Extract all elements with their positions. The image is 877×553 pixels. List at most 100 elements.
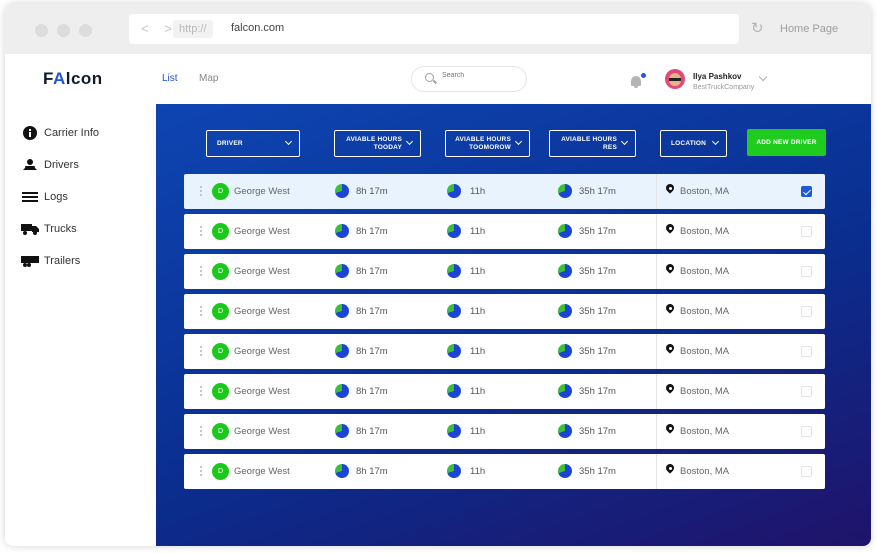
app-topbar: List Map Ilya Pashkov BestTruckCompany <box>156 54 871 104</box>
driver-name[interactable]: George West <box>234 226 290 237</box>
tab-map[interactable]: Map <box>199 73 218 84</box>
notification-dot <box>641 73 646 78</box>
hours-pie-icon <box>447 264 461 278</box>
driver-name[interactable]: George West <box>234 466 290 477</box>
table-row[interactable]: D George West 8h 17m 11h 35h 17m Boston, MA <box>184 254 825 289</box>
reload-icon[interactable]: ↻ <box>751 19 764 37</box>
row-checkbox[interactable] <box>801 346 812 357</box>
table-row[interactable]: D George West 8h 17m 11h 35h 17m Boston, MA <box>184 414 825 449</box>
sidebar-item-label: Trailers <box>44 255 81 267</box>
browser-window: < > http:// falcon.com ↻ Home Page FAlco… <box>5 4 871 546</box>
drag-handle-icon[interactable] <box>200 466 202 477</box>
driver-location: Boston, MA <box>680 466 730 477</box>
driver-badge: D <box>212 383 229 400</box>
hours-today-value: 8h 17m <box>356 226 388 237</box>
falcon-logo[interactable]: FAlcon <box>43 69 103 89</box>
avatar[interactable] <box>665 69 685 89</box>
hours-pie-icon <box>335 424 349 438</box>
driver-name[interactable]: George West <box>234 426 290 437</box>
hours-pie-icon <box>447 224 461 238</box>
tab-list[interactable]: List <box>162 73 178 84</box>
window-minimize-dot[interactable] <box>57 24 70 37</box>
hours-res-value: 35h 17m <box>579 186 616 197</box>
chevron-down-icon[interactable] <box>758 72 768 82</box>
driver-icon <box>21 158 39 174</box>
sidebar-item-logs[interactable]: Logs <box>19 188 149 208</box>
url-text[interactable]: falcon.com <box>231 22 284 34</box>
window-close-dot[interactable] <box>35 24 48 37</box>
add-new-driver-button[interactable]: ADD NEW DRIVER <box>747 129 826 156</box>
sidebar-item-trailers[interactable]: Trailers <box>19 252 149 272</box>
driver-name[interactable]: George West <box>234 386 290 397</box>
driver-location: Boston, MA <box>680 346 730 357</box>
table-row[interactable]: D George West 8h 17m 11h 35h 17m Boston, MA <box>184 374 825 409</box>
drag-handle-icon[interactable] <box>200 346 202 357</box>
row-checkbox[interactable] <box>801 306 812 317</box>
table-row[interactable]: D George West 8h 17m 11h 35h 17m Boston, MA <box>184 294 825 329</box>
sidebar-item-label: Carrier Info <box>44 127 100 139</box>
menu-lines-icon <box>21 190 39 206</box>
driver-name[interactable]: George West <box>234 266 290 277</box>
user-name[interactable]: Ilya Pashkov <box>693 72 741 81</box>
hours-pie-icon <box>558 304 572 318</box>
hours-pie-icon <box>447 424 461 438</box>
bell-icon[interactable] <box>629 73 646 89</box>
logo-prefix: F <box>43 69 53 88</box>
hours-tomorrow-value: 11h <box>470 186 486 197</box>
filter-driver[interactable]: DRIVER <box>206 130 300 157</box>
driver-badge: D <box>212 263 229 280</box>
table-row[interactable]: D George West 8h 17m 11h 35h 17m Boston, MA <box>184 214 825 249</box>
row-checkbox[interactable] <box>801 386 812 397</box>
drag-handle-icon[interactable] <box>200 426 202 437</box>
hours-pie-icon <box>447 304 461 318</box>
row-checkbox[interactable] <box>801 466 812 477</box>
column-divider <box>656 214 657 249</box>
hours-res-value: 35h 17m <box>579 466 616 477</box>
browser-titlebar: < > http:// falcon.com ↻ Home Page <box>5 4 871 54</box>
location-pin-icon <box>664 382 676 398</box>
address-bar[interactable]: < > http:// falcon.com <box>129 14 739 44</box>
table-row[interactable]: D George West 8h 17m 11h 35h 17m Boston, MA <box>184 334 825 369</box>
search-input[interactable] <box>442 72 522 79</box>
sidebar-item-label: Logs <box>44 191 68 203</box>
driver-badge: D <box>212 463 229 480</box>
hours-pie-icon <box>447 384 461 398</box>
filter-hours-tomorrow[interactable]: AVIABLE HOURS TOOMOROW <box>445 130 530 157</box>
table-row[interactable]: D George West 8h 17m 11h 35h 17m Boston, MA <box>184 454 825 489</box>
hours-today-value: 8h 17m <box>356 466 388 477</box>
row-checkbox[interactable] <box>801 186 812 197</box>
sidebar-item-trucks[interactable]: Trucks <box>19 220 149 240</box>
drag-handle-icon[interactable] <box>200 266 202 277</box>
row-checkbox[interactable] <box>801 426 812 437</box>
driver-location: Boston, MA <box>680 306 730 317</box>
search-box[interactable] <box>411 66 527 92</box>
drag-handle-icon[interactable] <box>200 226 202 237</box>
hours-pie-icon <box>558 464 572 478</box>
row-checkbox[interactable] <box>801 266 812 277</box>
filter-hours-res[interactable]: AVIABLE HOURS RES <box>549 130 636 157</box>
filter-location[interactable]: LOCATION <box>660 130 727 157</box>
hours-pie-icon <box>558 264 572 278</box>
hours-pie-icon <box>335 304 349 318</box>
window-maximize-dot[interactable] <box>79 24 92 37</box>
filter-hours-today[interactable]: AVIABLE HOURS TOODAY <box>334 130 421 157</box>
hours-today-value: 8h 17m <box>356 346 388 357</box>
hours-tomorrow-value: 11h <box>470 346 486 357</box>
row-checkbox[interactable] <box>801 226 812 237</box>
home-page-link[interactable]: Home Page <box>780 23 838 35</box>
driver-name[interactable]: George West <box>234 306 290 317</box>
trailer-icon <box>21 254 39 270</box>
sidebar-item-carrier-info[interactable]: Carrier Info <box>19 124 149 144</box>
hours-today-value: 8h 17m <box>356 386 388 397</box>
table-row[interactable]: D George West 8h 17m 11h 35h 17m Boston, MA <box>184 174 825 209</box>
driver-name[interactable]: George West <box>234 186 290 197</box>
drag-handle-icon[interactable] <box>200 306 202 317</box>
sidebar-item-drivers[interactable]: Drivers <box>19 156 149 176</box>
drag-handle-icon[interactable] <box>200 386 202 397</box>
sidebar-item-label: Trucks <box>44 223 77 235</box>
hours-today-value: 8h 17m <box>356 306 388 317</box>
driver-name[interactable]: George West <box>234 346 290 357</box>
drag-handle-icon[interactable] <box>200 186 202 197</box>
hours-tomorrow-value: 11h <box>470 266 486 277</box>
location-pin-icon <box>664 182 676 198</box>
